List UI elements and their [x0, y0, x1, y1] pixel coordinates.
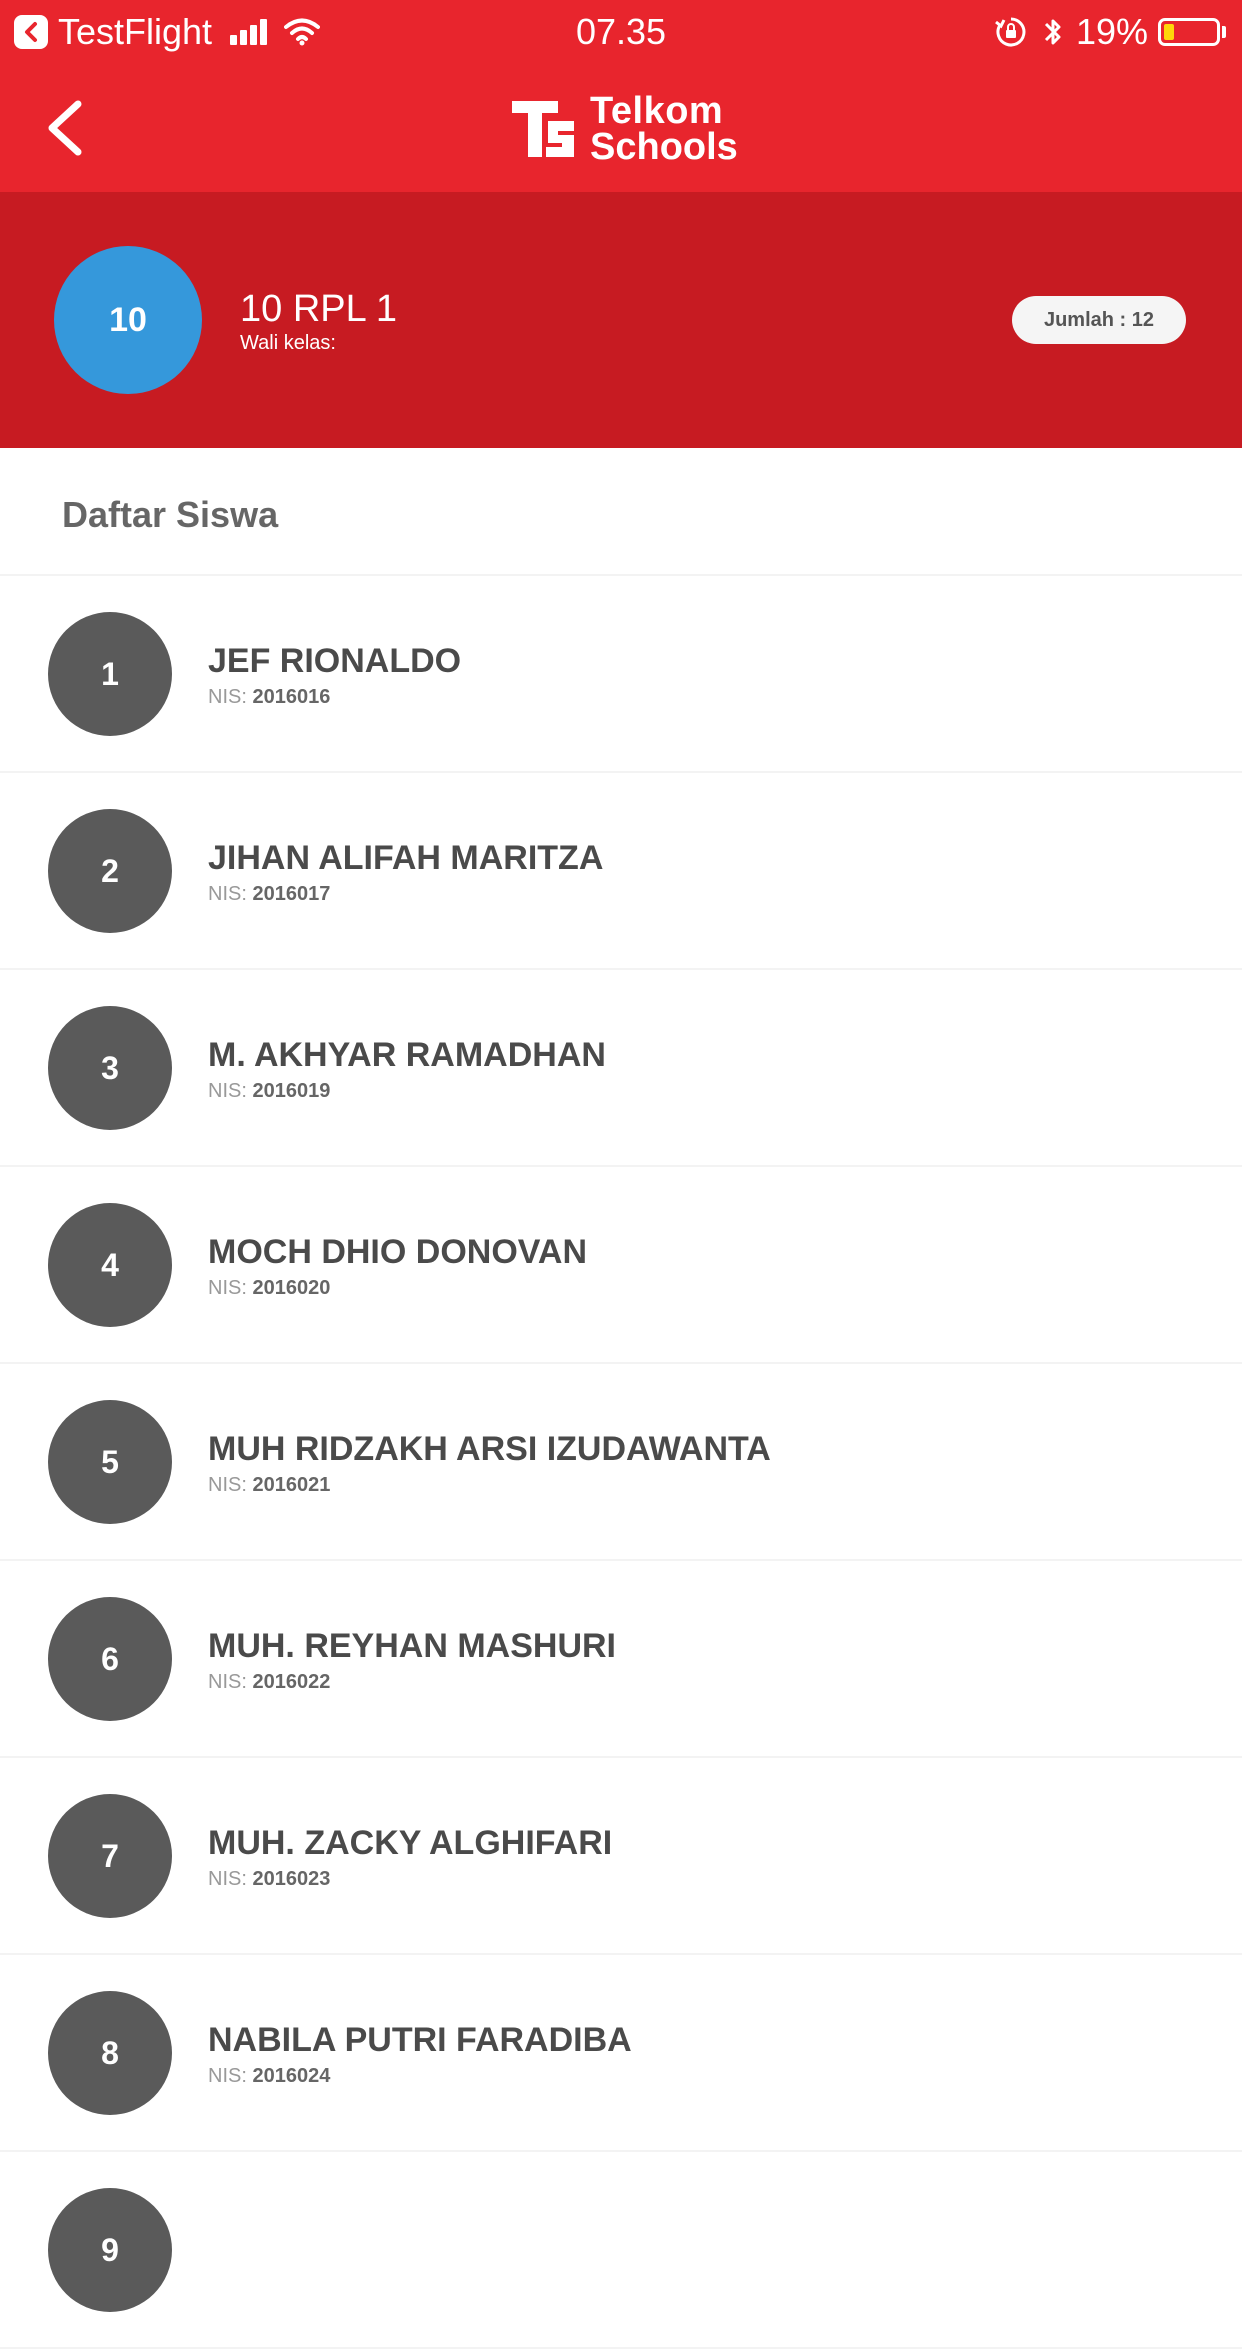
student-count-badge: Jumlah : 12 — [1012, 296, 1186, 344]
student-row[interactable]: 5 MUH RIDZAKH ARSI IZUDAWANTA NIS: 2016021 — [0, 1364, 1242, 1561]
student-nis: NIS: 2016022 — [208, 1671, 330, 1694]
student-name: NABILA PUTRI FARADIBA — [208, 2021, 632, 2059]
nis-value: 2016021 — [252, 1474, 331, 1496]
status-bar-right: 19% — [994, 8, 1226, 56]
student-name: M. AKHYAR RAMADHAN — [208, 1036, 606, 1074]
nis-value: 2016024 — [252, 2065, 331, 2087]
nis-label: NIS: — [208, 883, 247, 905]
nis-label: NIS: — [208, 1671, 247, 1693]
section-title: Daftar Siswa — [62, 494, 279, 535]
nis-value: 2016022 — [252, 1671, 331, 1693]
class-avatar: 10 — [54, 246, 202, 394]
student-row[interactable]: 7 MUH. ZACKY ALGHIFARI NIS: 2016023 — [0, 1758, 1242, 1955]
student-name: MUH RIDZAKH ARSI IZUDAWANTA — [208, 1430, 771, 1468]
student-nis: NIS: 2016020 — [208, 1277, 330, 1300]
battery-icon — [1158, 18, 1220, 46]
student-name: MUH. ZACKY ALGHIFARI — [208, 1824, 613, 1862]
student-number-avatar: 5 — [48, 1400, 172, 1524]
student-row[interactable]: 4 MOCH DHIO DONOVAN NIS: 2016020 — [0, 1167, 1242, 1364]
student-list: 1 JEF RIONALDO NIS: 2016016 2 JIHAN ALIFAH M… — [0, 576, 1242, 2349]
battery-tip — [1222, 26, 1226, 38]
nis-label: NIS: — [208, 1474, 247, 1496]
student-nis: NIS: 2016023 — [208, 1868, 330, 1891]
student-name: JEF RIONALDO — [208, 642, 462, 680]
student-row[interactable]: 9 — [0, 2152, 1242, 2349]
student-nis: NIS: 2016021 — [208, 1474, 330, 1497]
student-nis: NIS: 2016016 — [208, 686, 330, 709]
battery-fill — [1164, 24, 1174, 40]
logo-text-line2: Schools — [590, 126, 738, 168]
student-number-avatar: 1 — [48, 612, 172, 736]
class-name: 10 RPL 1 — [240, 288, 398, 330]
student-nis: NIS: 2016017 — [208, 883, 330, 906]
student-number-avatar: 3 — [48, 1006, 172, 1130]
bluetooth-icon — [1044, 19, 1061, 45]
nis-value: 2016019 — [252, 1080, 331, 1102]
nis-label: NIS: — [208, 1080, 247, 1102]
student-nis: NIS: 2016019 — [208, 1080, 330, 1103]
class-header: 10 10 RPL 1 Wali kelas: Jumlah : 12 — [0, 192, 1242, 448]
student-number-avatar: 4 — [48, 1203, 172, 1327]
student-number-avatar: 6 — [48, 1597, 172, 1721]
student-row[interactable]: 3 M. AKHYAR RAMADHAN NIS: 2016019 — [0, 970, 1242, 1167]
student-row[interactable]: 6 MUH. REYHAN MASHURI NIS: 2016022 — [0, 1561, 1242, 1758]
logo-text-line1: Telkom — [590, 90, 724, 132]
battery-percent: 19% — [1075, 11, 1148, 52]
student-number-avatar: 8 — [48, 1991, 172, 2115]
nis-label: NIS: — [208, 686, 247, 708]
navigation-bar: Telkom Schools — [0, 64, 1242, 192]
orientation-lock-icon — [995, 17, 1026, 47]
telkom-schools-logo: Telkom Schools — [508, 84, 738, 174]
nis-value: 2016023 — [252, 1868, 331, 1890]
logo-text: Telkom Schools — [590, 90, 738, 168]
student-name: MUH. REYHAN MASHURI — [208, 1627, 616, 1665]
student-row[interactable]: 8 NABILA PUTRI FARADIBA NIS: 2016024 — [0, 1955, 1242, 2152]
back-arrow-icon[interactable] — [40, 90, 100, 166]
student-number-avatar: 2 — [48, 809, 172, 933]
homeroom-teacher-label: Wali kelas: — [240, 332, 336, 354]
nis-value: 2016020 — [252, 1277, 331, 1299]
nis-label: NIS: — [208, 1868, 247, 1890]
student-row[interactable]: 2 JIHAN ALIFAH MARITZA NIS: 2016017 — [0, 773, 1242, 970]
nis-value: 2016016 — [252, 686, 331, 708]
student-name: MOCH DHIO DONOVAN — [208, 1233, 588, 1271]
telkom-schools-logo-mark — [512, 101, 574, 157]
student-nis: NIS: 2016024 — [208, 2065, 330, 2088]
student-number-avatar: 7 — [48, 1794, 172, 1918]
student-name: JIHAN ALIFAH MARITZA — [208, 839, 604, 877]
nis-value: 2016017 — [252, 883, 331, 905]
status-bar: TestFlight 07.35 19% — [0, 0, 1242, 64]
student-row[interactable]: 1 JEF RIONALDO NIS: 2016016 — [0, 576, 1242, 773]
nis-label: NIS: — [208, 1277, 247, 1299]
nis-label: NIS: — [208, 2065, 247, 2087]
student-number-avatar: 9 — [48, 2188, 172, 2312]
